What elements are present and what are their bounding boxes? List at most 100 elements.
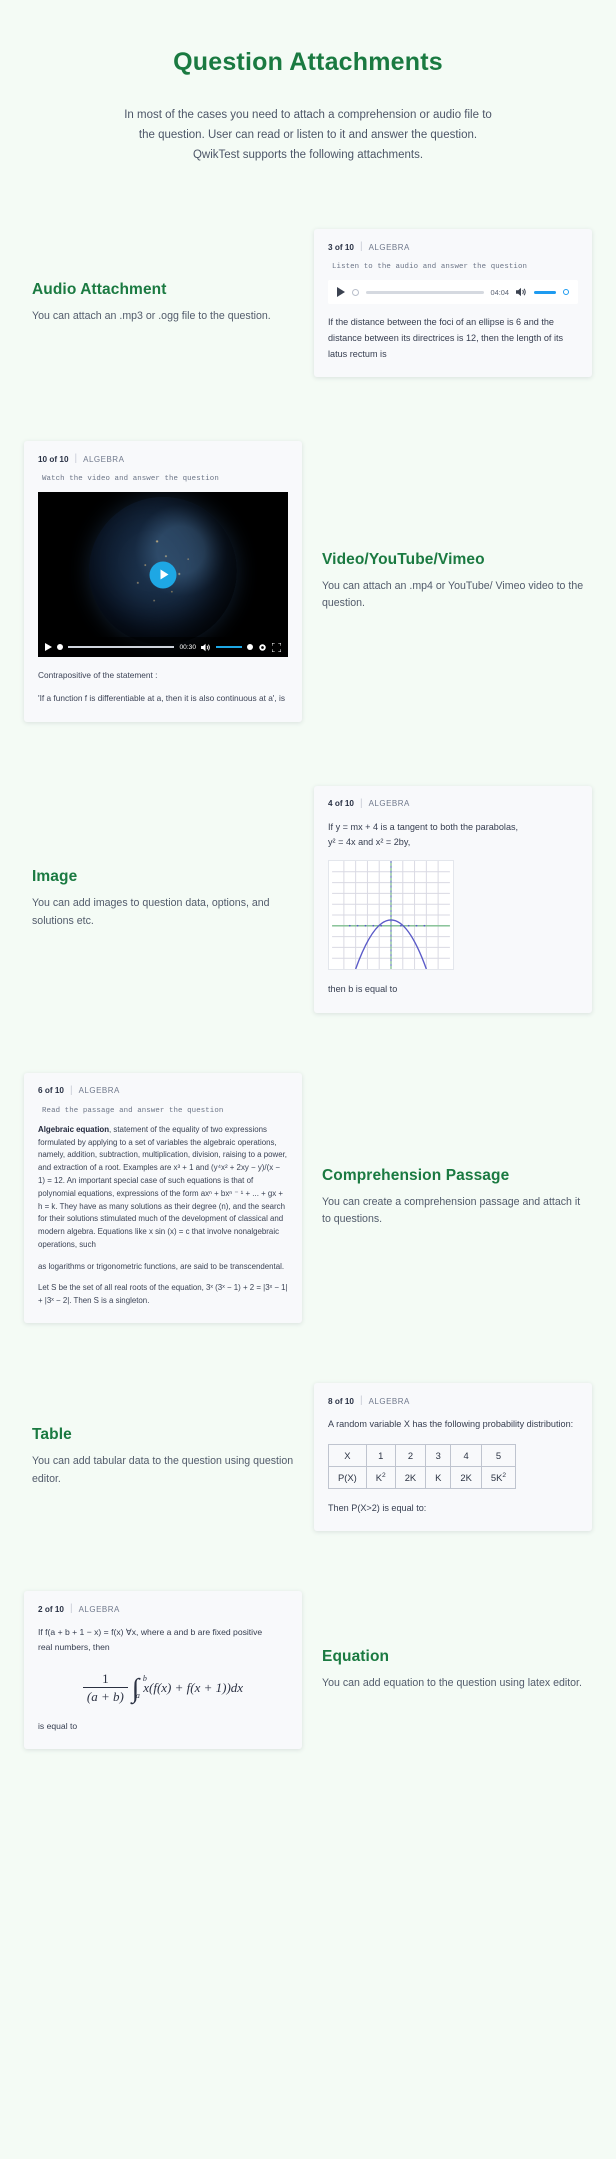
section-audio: Audio Attachment You can attach an .mp3 … [0, 229, 616, 378]
comprehension-card-column: 6 of 10 | ALGEBRA Read the passage and a… [18, 1072, 308, 1324]
parabola-graph-icon [328, 860, 454, 971]
volume-slider[interactable] [216, 646, 242, 649]
audio-progress-track[interactable] [366, 291, 484, 294]
video-duration: 00:30 [179, 643, 196, 651]
table-cell: 3 [425, 1443, 452, 1467]
section-image: Image You can add images to question dat… [0, 785, 616, 1013]
header-separator: | [359, 241, 363, 253]
table-cell: K2 [365, 1465, 396, 1489]
question-number: 3 of 10 [328, 242, 354, 252]
volume-handle[interactable] [563, 289, 569, 296]
question-header: 8 of 10 | ALGEBRA [328, 1396, 578, 1406]
table-cell: 1 [365, 1443, 396, 1467]
question-number: 6 of 10 [38, 1086, 64, 1096]
section-equation: 2 of 10 | ALGEBRA If f(a + b + 1 − x) = … [0, 1591, 616, 1818]
header-separator: | [359, 797, 363, 809]
question-header: 4 of 10 | ALGEBRA [328, 797, 578, 809]
volume-icon[interactable] [201, 643, 211, 652]
question-number: 2 of 10 [38, 1604, 64, 1614]
question-header: 6 of 10 | ALGEBRA [38, 1085, 288, 1096]
question-header: 2 of 10 | ALGEBRA [38, 1604, 288, 1614]
table-heading: Table [32, 1426, 72, 1444]
volume-handle[interactable] [247, 644, 253, 651]
image-question-line2: y² = 4x and x² = 2by, [328, 837, 411, 848]
table-cell: 5 [480, 1443, 517, 1467]
video-play-button[interactable] [149, 561, 177, 589]
page-subtitle: In most of the cases you need to attach … [124, 109, 492, 162]
question-header: 3 of 10 | ALGEBRA [328, 242, 578, 252]
section-table: Table You can add tabular data to the qu… [0, 1383, 616, 1532]
equation-text-column: Equation You can add equation to the que… [308, 1648, 598, 1692]
image-heading: Image [32, 868, 78, 886]
comprehension-passage: Algebraic equation, statement of the equ… [38, 1124, 288, 1308]
probability-table: X 1 2 3 4 5 P(X) K2 2K K 2K 5K2 [328, 1443, 517, 1489]
table-row-label: X [328, 1443, 367, 1467]
seek-handle[interactable] [57, 644, 63, 651]
equation-question-line1: If f(a + b + 1 − x) = f(x) ∀x, where a a… [38, 1627, 263, 1638]
volume-icon[interactable] [516, 287, 527, 297]
passage-block-2: as logarithms or trigonometric functions… [38, 1261, 285, 1271]
question-category: ALGEBRA [368, 242, 410, 252]
video-control-bar[interactable]: 00:30 [38, 637, 288, 658]
latex-equation: 1 (a + b) ∫ b a x(f(x) + f(x + 1))dx [38, 1671, 288, 1705]
image-card-column: 4 of 10 | ALGEBRA If y = mx + 4 is a tan… [308, 785, 598, 1013]
seek-handle[interactable] [352, 288, 359, 296]
image-question-card: 4 of 10 | ALGEBRA If y = mx + 4 is a tan… [314, 785, 592, 1013]
question-header: 10 of 10 | ALGEBRA [38, 454, 288, 464]
play-icon[interactable] [337, 287, 345, 298]
volume-slider[interactable] [534, 291, 556, 294]
question-number: 10 of 10 [38, 454, 69, 464]
video-heading: Video/YouTube/Vimeo [322, 550, 485, 568]
table-cell: 5K2 [480, 1465, 517, 1489]
equation-description: You can add equation to the question usi… [322, 1676, 582, 1689]
video-instruction: Watch the video and answer the question [42, 475, 219, 484]
passage-lead: Algebraic equation [38, 1124, 110, 1134]
table-question-card: 8 of 10 | ALGEBRA A random variable X ha… [314, 1383, 592, 1532]
audio-duration: 04:04 [490, 287, 510, 297]
integrand: x(f(x) + f(x + 1))dx [143, 1680, 244, 1696]
table-footer-text: Then P(X>2) is equal to: [328, 1502, 427, 1513]
video-caption-line1: Contrapositive of the statement : [38, 670, 158, 681]
question-number: 4 of 10 [328, 799, 354, 809]
table-question-text: A random variable X has the following pr… [328, 1419, 574, 1430]
table-description: You can add tabular data to the question… [32, 1455, 294, 1485]
question-category: ALGEBRA [83, 454, 125, 464]
table-cell: K [425, 1465, 452, 1489]
integral-symbol: ∫ b a [131, 1672, 147, 1703]
image-text-column: Image You can add images to question dat… [18, 868, 308, 930]
table-card-column: 8 of 10 | ALGEBRA A random variable X ha… [308, 1383, 598, 1532]
video-progress-track[interactable] [68, 646, 175, 649]
table-text-column: Table You can add tabular data to the qu… [18, 1426, 308, 1488]
audio-heading: Audio Attachment [32, 281, 167, 299]
equation-heading: Equation [322, 1647, 390, 1665]
question-category: ALGEBRA [368, 1396, 410, 1406]
image-description: You can add images to question data, opt… [32, 897, 270, 927]
audio-player[interactable]: 04:04 [328, 280, 578, 305]
hero-section: Question Attachments In most of the case… [0, 0, 616, 165]
table-cell: 2K [394, 1465, 427, 1489]
fullscreen-icon[interactable] [272, 642, 281, 652]
comprehension-question-text: Let S be the set of all real roots of th… [38, 1283, 288, 1306]
audio-text-column: Audio Attachment You can attach an .mp3 … [18, 281, 308, 325]
play-icon[interactable] [45, 643, 52, 652]
audio-instruction: Listen to the audio and answer the quest… [332, 263, 528, 272]
equation-question-card: 2 of 10 | ALGEBRA If f(a + b + 1 − x) = … [24, 1591, 302, 1749]
table-row: P(X) K2 2K K 2K 5K2 [328, 1465, 517, 1489]
section-comprehension: 6 of 10 | ALGEBRA Read the passage and a… [0, 1072, 616, 1324]
question-category: ALGEBRA [78, 1604, 120, 1614]
integral-lower-limit: a [135, 1691, 140, 1701]
comprehension-question-card: 6 of 10 | ALGEBRA Read the passage and a… [24, 1072, 302, 1324]
play-icon [160, 569, 169, 580]
audio-card-column: 3 of 10 | ALGEBRA Listen to the audio an… [308, 229, 598, 378]
video-description: You can attach an .mp4 or YouTube/ Vimeo… [322, 579, 584, 610]
video-player[interactable]: 00:30 [38, 492, 288, 658]
table-row: X12345 [328, 1443, 517, 1467]
passage-block-1: Algebraic equation, statement of the equ… [38, 1124, 288, 1252]
equation-question-line2: real numbers, then [38, 1642, 110, 1653]
passage-body: , statement of the equality of two expre… [38, 1124, 287, 1249]
gear-icon[interactable] [258, 643, 267, 652]
